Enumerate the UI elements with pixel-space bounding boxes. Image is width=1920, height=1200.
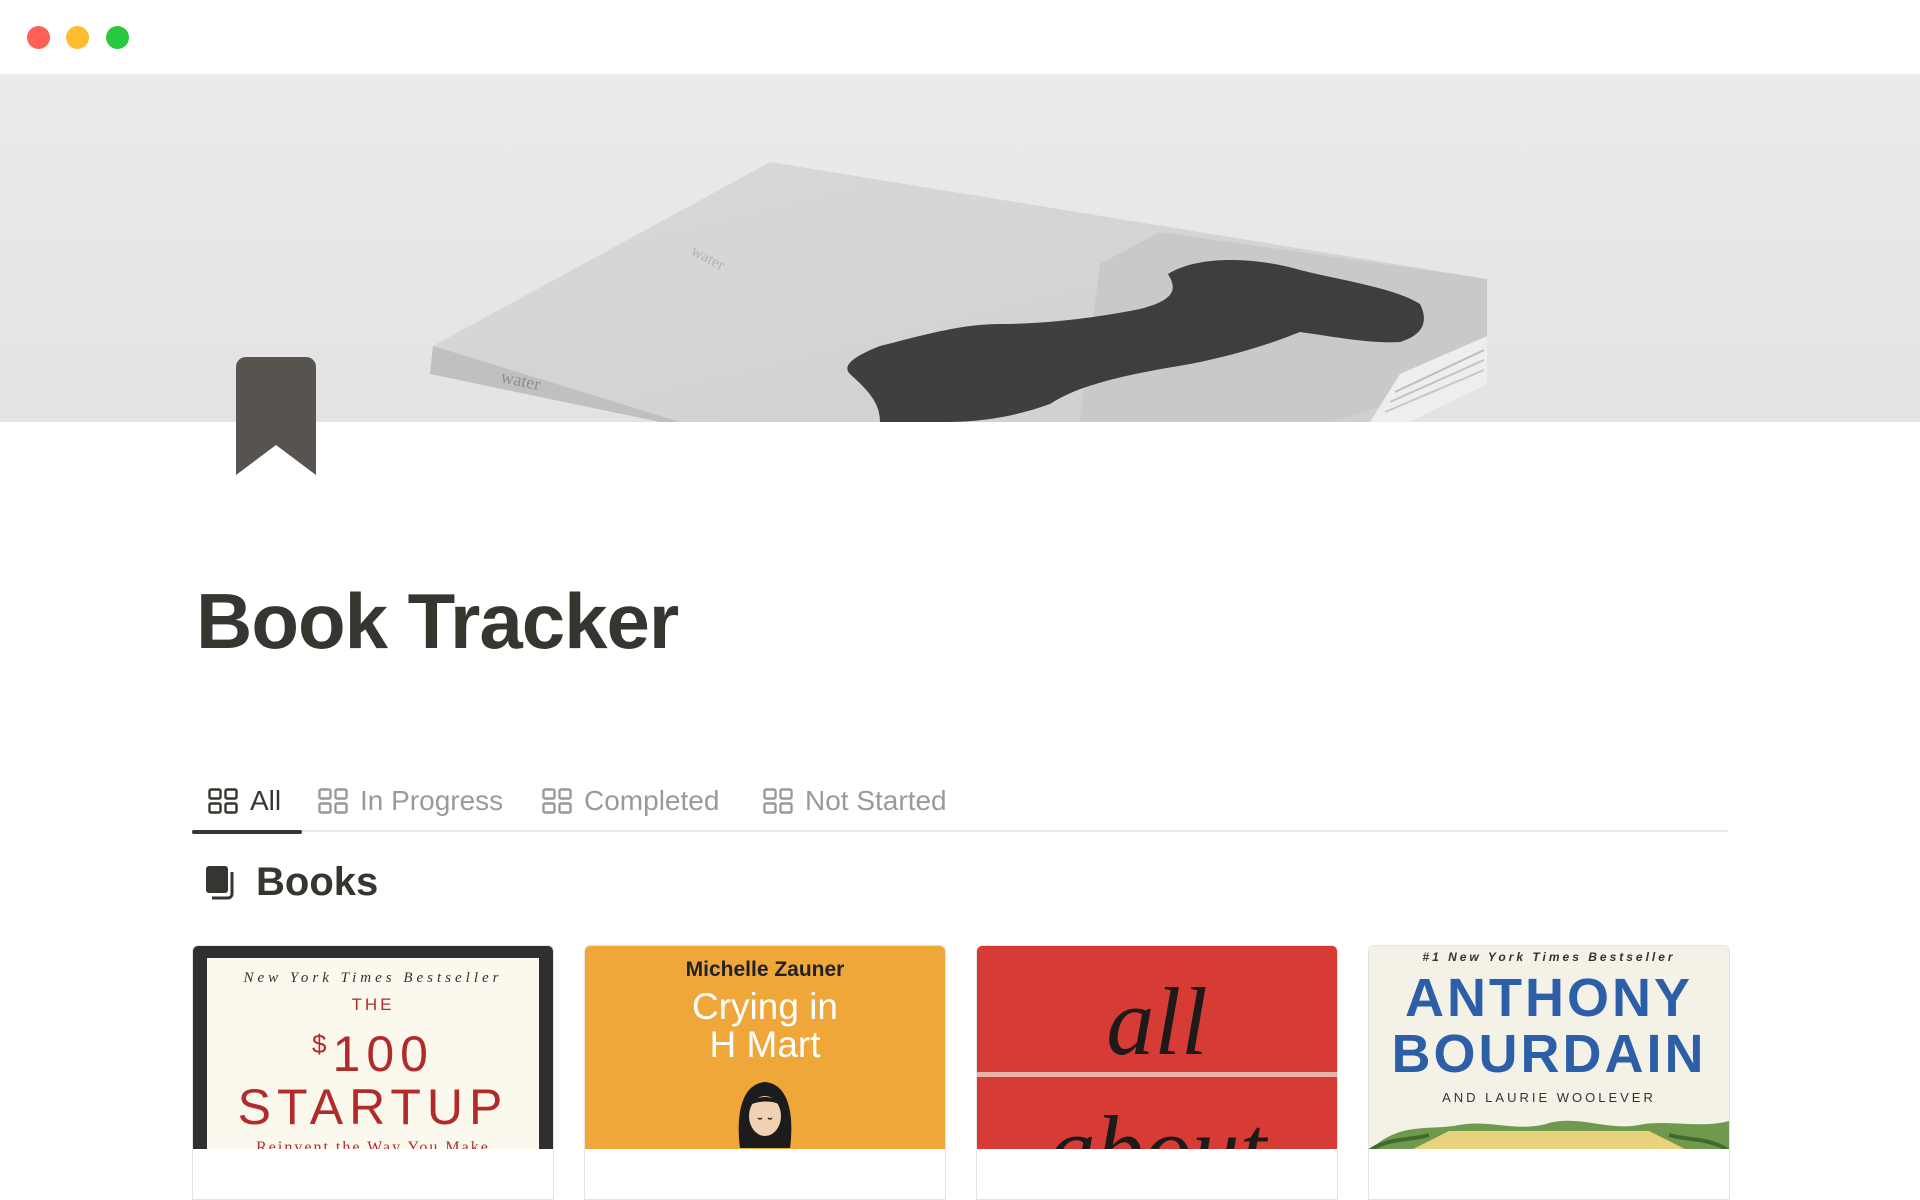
book-card[interactable]: New York Times Bestseller THE $100 START…: [192, 945, 554, 1200]
cover-text: AND LAURIE WOOLEVER: [1442, 1090, 1656, 1105]
bookmark-icon[interactable]: [236, 357, 316, 475]
cover-text: $: [312, 1029, 333, 1059]
gallery-icon: [318, 788, 348, 814]
tab-label: All: [250, 785, 282, 816]
cover-text: 100: [332, 1026, 434, 1082]
book-card[interactable]: #1 New York Times Bestseller ANTHONY BOU…: [1368, 945, 1730, 1200]
book-card[interactable]: all about: [976, 945, 1338, 1200]
book-cover-image: Michelle Zauner Crying in H Mart: [585, 946, 945, 1149]
book-cover-image: all about: [977, 946, 1337, 1149]
cover-text: all: [1106, 968, 1208, 1075]
database-view-tabs: All In Progress Completed Not Started: [192, 770, 1728, 834]
minimize-window-button[interactable]: [66, 26, 89, 49]
cover-text: #1 New York Times Bestseller: [1422, 950, 1676, 964]
cover-text: THE: [351, 995, 395, 1014]
gallery-icon: [763, 788, 793, 814]
cover-text: Reinvent the Way You Make: [256, 1139, 490, 1149]
cover-text: STARTUP: [237, 1079, 509, 1135]
cover-text: H Mart: [709, 1024, 821, 1065]
page-title[interactable]: Book Tracker: [196, 576, 679, 667]
zoom-window-button[interactable]: [106, 26, 129, 49]
cover-text: New York Times Bestseller: [243, 970, 503, 986]
cover-text: BOURDAIN: [1391, 1024, 1707, 1084]
tab-label: In Progress: [360, 785, 504, 816]
tab-completed[interactable]: Completed: [542, 770, 719, 832]
cover-illustration: [738, 1082, 792, 1148]
cover-stripe: [977, 1072, 1337, 1077]
tab-all[interactable]: All: [192, 770, 302, 834]
database-title[interactable]: Books: [256, 860, 378, 905]
tab-label: Not Started: [805, 785, 947, 816]
book-cover-image: #1 New York Times Bestseller ANTHONY BOU…: [1369, 946, 1729, 1149]
tab-in-progress[interactable]: In Progress: [318, 770, 503, 832]
close-window-button[interactable]: [27, 26, 50, 49]
window-titlebar: [0, 0, 1920, 74]
tab-not-started[interactable]: Not Started: [763, 770, 947, 832]
gallery-icon: [542, 788, 572, 814]
cover-text: ANTHONY: [1405, 968, 1693, 1028]
books-icon: [206, 865, 234, 899]
cover-illustration: [1369, 1120, 1729, 1149]
database-header: Books: [206, 860, 378, 905]
cover-text: about: [977, 1094, 1337, 1149]
cover-text: Michelle Zauner: [685, 958, 845, 981]
tab-label: Completed: [584, 785, 720, 816]
book-card[interactable]: Michelle Zauner Crying in H Mart: [584, 945, 946, 1200]
cover-text: Crying in: [692, 986, 838, 1027]
gallery-icon: [208, 788, 238, 814]
book-cover-image: New York Times Bestseller THE $100 START…: [193, 946, 553, 1149]
